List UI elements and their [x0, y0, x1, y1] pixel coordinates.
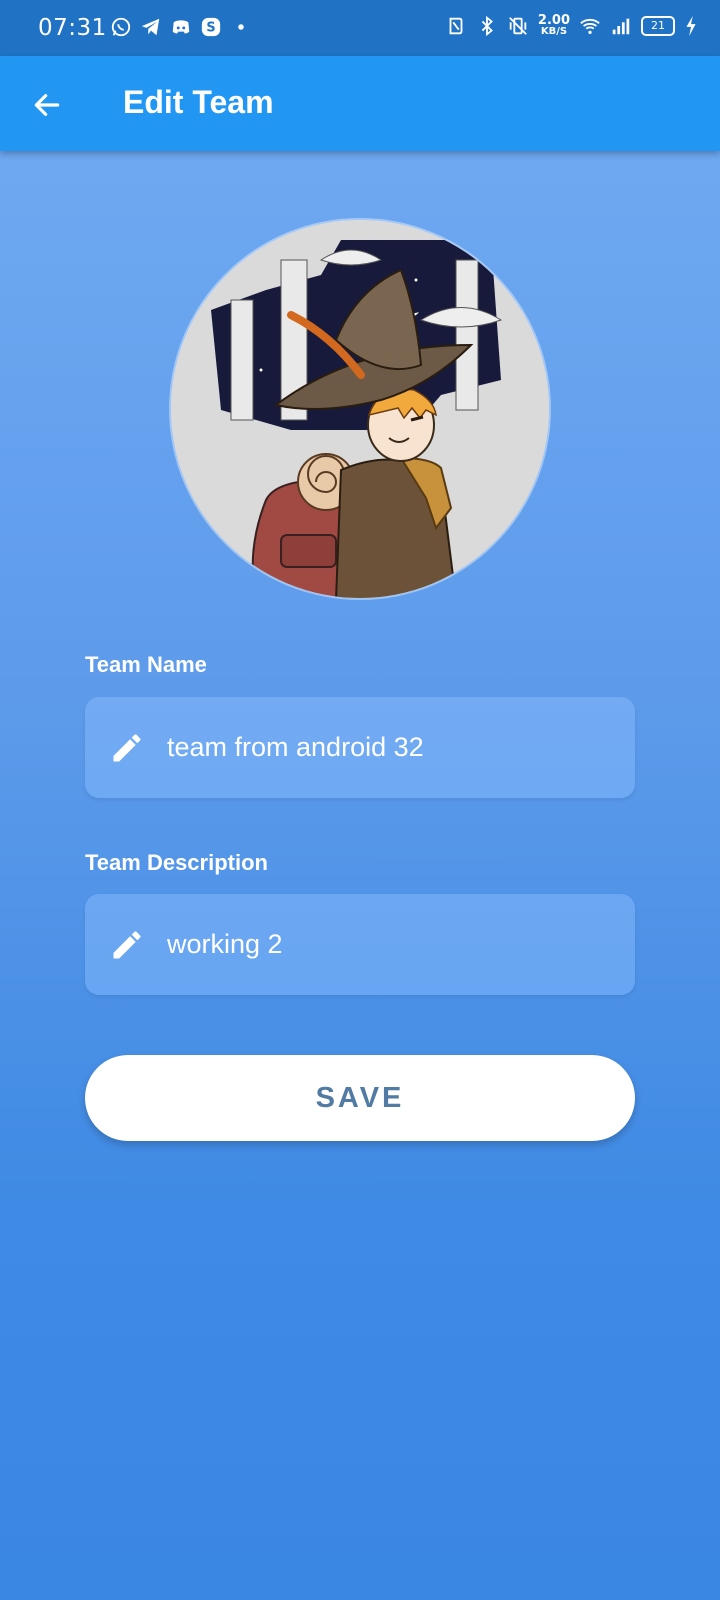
team-avatar-image [171, 220, 549, 598]
netspeed-unit: KB/S [540, 26, 568, 37]
nfc-icon [449, 17, 463, 34]
team-description-input[interactable] [167, 894, 607, 995]
status-bar: 07:31 S 2.00 KB/S 21 [0, 0, 720, 56]
discord-icon [172, 20, 190, 34]
status-time: 07:31 [38, 15, 107, 41]
team-name-label: Team Name [85, 652, 207, 677]
dot-icon [238, 24, 244, 30]
skype-icon: S [201, 17, 221, 37]
team-description-label: Team Description [85, 850, 268, 875]
system-icons: 2.00 KB/S 21 [445, 14, 698, 37]
save-button[interactable]: SAVE [85, 1055, 635, 1141]
arrow-back-icon[interactable] [31, 89, 63, 121]
app-bar: Edit Team [0, 56, 720, 151]
back-button[interactable] [22, 80, 72, 130]
save-button-label: SAVE [315, 1081, 405, 1114]
pencil-icon [113, 931, 141, 959]
notification-icons: S [110, 16, 252, 38]
team-description-field[interactable] [85, 894, 635, 995]
whatsapp-icon [111, 17, 131, 37]
signal-icon [612, 18, 630, 34]
netspeed: 2.00 KB/S [538, 14, 570, 37]
battery-icon: 21 [641, 15, 675, 36]
pencil-icon [113, 734, 141, 762]
telegram-icon [141, 18, 160, 36]
vibrate-off-icon [509, 16, 527, 35]
team-name-field[interactable] [85, 697, 635, 798]
wifi-icon [580, 18, 600, 34]
svg-text:S: S [206, 21, 215, 36]
team-avatar[interactable] [171, 220, 549, 598]
team-name-input[interactable] [167, 697, 607, 798]
bluetooth-icon [481, 15, 493, 36]
page-title: Edit Team [123, 84, 274, 120]
charging-icon [686, 15, 696, 36]
